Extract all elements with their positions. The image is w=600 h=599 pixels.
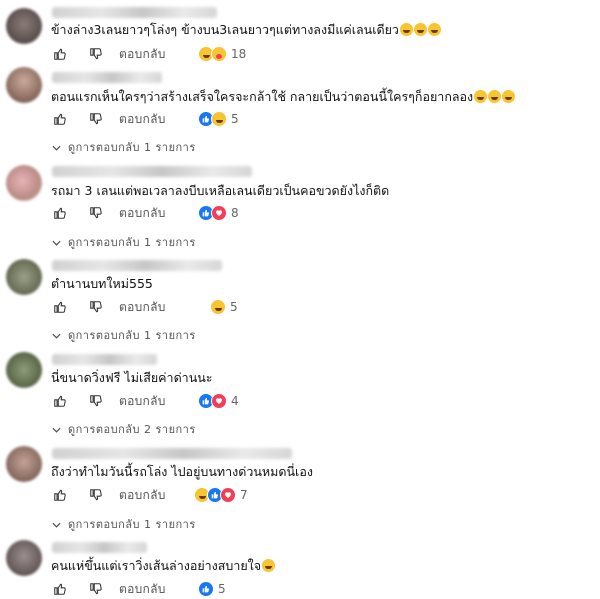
reaction-count: 5	[230, 300, 238, 314]
reaction-summary[interactable]: 18	[198, 45, 246, 63]
comment-actions: ตอบกลับ	[52, 486, 166, 504]
commenter-name[interactable]	[52, 72, 162, 83]
thumbs-down-icon[interactable]	[88, 393, 104, 409]
commenter-name[interactable]	[52, 7, 217, 18]
haha-reaction-icon	[210, 299, 226, 315]
reply-button[interactable]: ตอบกลับ	[119, 204, 166, 223]
reply-button[interactable]: ตอบกลับ	[119, 486, 166, 505]
chevron-down-icon	[52, 236, 61, 249]
comment-actions: ตอบกลับ	[52, 298, 166, 316]
comment-text: นี่ขนาดวิ่งฟรี ไม่เสียค่าด่านนะ	[51, 370, 213, 385]
reaction-count: 5	[231, 112, 239, 126]
thumbs-down-icon[interactable]	[88, 46, 104, 62]
comment-actions: ตอบกลับ	[52, 45, 166, 63]
haha-emoji	[474, 90, 488, 103]
comment-text: ถึงว่าทำไมวันนี้รถโล่ง ไปอยู่บนทางด่วนหม…	[51, 464, 313, 479]
view-replies-link[interactable]: ดูการตอบกลับ 1 รายการ	[52, 326, 196, 344]
avatar[interactable]	[6, 259, 42, 295]
thumbs-up-icon[interactable]	[52, 299, 68, 315]
reply-button[interactable]: ตอบกลับ	[119, 298, 166, 317]
avatar[interactable]	[6, 352, 42, 388]
comment-actions: ตอบกลับ	[52, 392, 166, 410]
reply-button[interactable]: ตอบกลับ	[119, 392, 166, 411]
comment-text: รถมา 3 เลนแต่พอเวลาลงบีบเหลือเลนเดียวเป็…	[51, 183, 390, 198]
reaction-summary[interactable]: 5	[198, 580, 226, 598]
commenter-name[interactable]	[52, 448, 292, 459]
comment-text: ตำนานบทใหม่555	[51, 276, 153, 291]
comment-text: ตอนแรกเห็นใครๆว่าสร้างเสร็จใครจะกล้าใช้ …	[51, 89, 516, 105]
reaction-summary[interactable]: 5	[210, 298, 238, 316]
haha-emoji	[413, 23, 427, 36]
like-reaction-icon	[198, 581, 214, 597]
avatar[interactable]	[6, 446, 42, 482]
haha-emoji	[427, 23, 441, 36]
love-reaction-icon	[220, 487, 236, 503]
chevron-down-icon	[52, 329, 61, 342]
thumbs-up-icon[interactable]	[52, 581, 68, 597]
thumbs-up-icon[interactable]	[52, 205, 68, 221]
commenter-name[interactable]	[52, 542, 147, 553]
comment-actions: ตอบกลับ	[52, 204, 166, 222]
reaction-count: 7	[240, 488, 248, 502]
thumbs-up-icon[interactable]	[52, 393, 68, 409]
reply-button[interactable]: ตอบกลับ	[119, 580, 166, 599]
reaction-summary[interactable]: 4	[198, 392, 239, 410]
care-reaction-icon	[211, 46, 227, 62]
reaction-count: 8	[231, 206, 239, 220]
avatar[interactable]	[6, 540, 42, 576]
comment-actions: ตอบกลับ	[52, 580, 166, 598]
reaction-count: 4	[231, 394, 239, 408]
view-replies-link[interactable]: ดูการตอบกลับ 1 รายการ	[52, 138, 196, 156]
comment-actions: ตอบกลับ	[52, 110, 166, 128]
commenter-name[interactable]	[52, 260, 222, 271]
avatar[interactable]	[6, 67, 42, 103]
chevron-down-icon	[52, 141, 61, 154]
reaction-count: 18	[231, 47, 247, 61]
view-replies-link[interactable]: ดูการตอบกลับ 1 รายการ	[52, 233, 196, 251]
chevron-down-icon	[52, 423, 61, 436]
avatar[interactable]	[6, 8, 42, 44]
thumbs-up-icon[interactable]	[52, 46, 68, 62]
reply-button[interactable]: ตอบกลับ	[119, 110, 166, 129]
haha-reaction-icon	[211, 111, 227, 127]
reply-button[interactable]: ตอบกลับ	[119, 45, 166, 64]
thumbs-down-icon[interactable]	[88, 581, 104, 597]
chevron-down-icon	[52, 518, 61, 531]
view-replies-link[interactable]: ดูการตอบกลับ 1 รายการ	[52, 515, 196, 533]
grin-emoji	[262, 559, 276, 572]
love-reaction-icon	[211, 205, 227, 221]
reaction-count: 5	[218, 582, 226, 596]
thumbs-down-icon[interactable]	[88, 299, 104, 315]
thumbs-up-icon[interactable]	[52, 487, 68, 503]
love-reaction-icon	[211, 393, 227, 409]
haha-emoji	[399, 23, 413, 36]
reaction-summary[interactable]: 8	[198, 204, 239, 222]
thumbs-down-icon[interactable]	[88, 487, 104, 503]
comment-text: ข้างล่าง3เลนยาวๆโล่งๆ ข้างบน3เลนยาวๆแต่ท…	[51, 22, 441, 38]
avatar[interactable]	[6, 165, 42, 201]
thumbs-down-icon[interactable]	[88, 205, 104, 221]
commenter-name[interactable]	[52, 166, 252, 177]
comment-text: คนแห่ขึ้นแต่เราวิ่งเส้นล่างอย่างสบายใจ	[51, 558, 276, 574]
commenter-name[interactable]	[52, 354, 157, 365]
reaction-summary[interactable]: 5	[198, 110, 239, 128]
haha-emoji	[502, 90, 516, 103]
view-replies-link[interactable]: ดูการตอบกลับ 2 รายการ	[52, 420, 196, 438]
thumbs-up-icon[interactable]	[52, 111, 68, 127]
thumbs-down-icon[interactable]	[88, 111, 104, 127]
reaction-summary[interactable]: 7	[194, 486, 248, 504]
haha-emoji	[488, 90, 502, 103]
